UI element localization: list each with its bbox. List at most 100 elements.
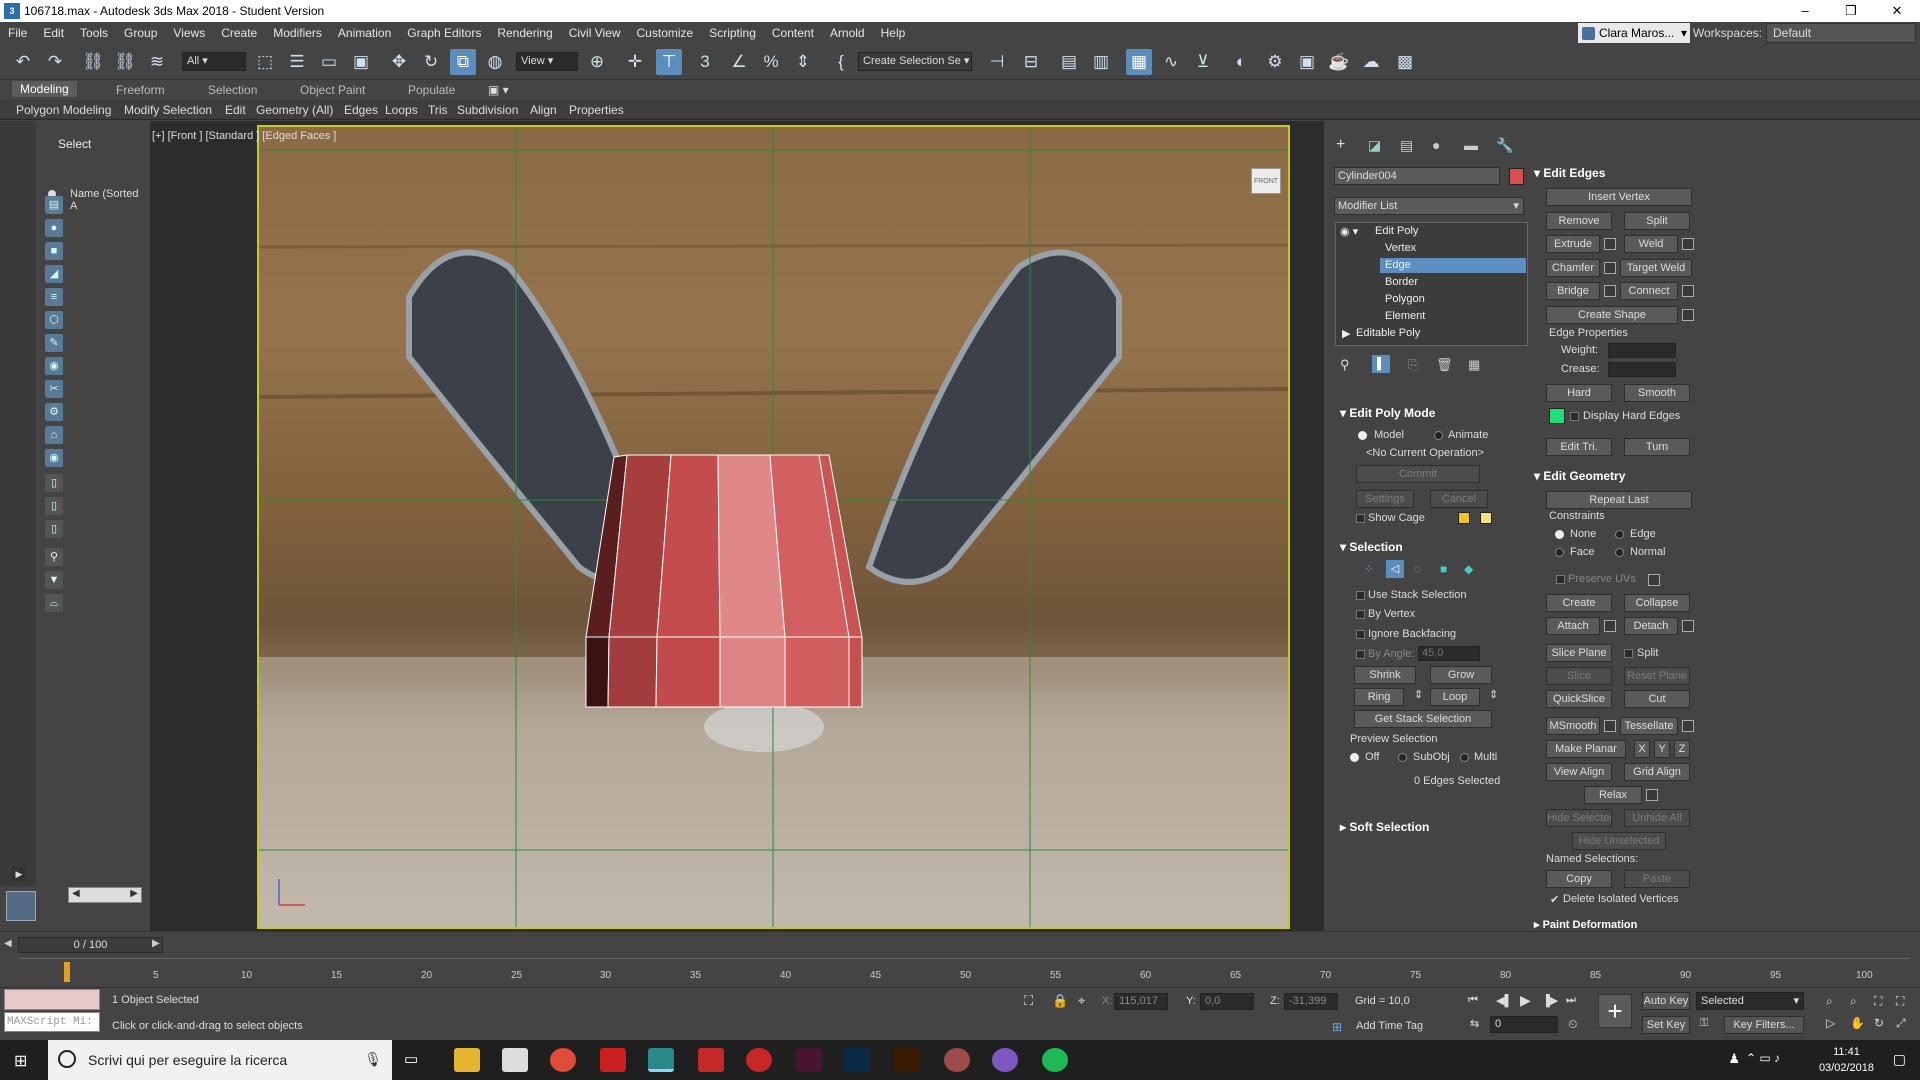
mirror-icon[interactable]: ⊣ bbox=[984, 49, 1010, 75]
place-icon[interactable]: ◍ bbox=[482, 49, 508, 75]
planar-z-button[interactable]: Z bbox=[1674, 740, 1690, 758]
chamfer-button[interactable]: Chamfer bbox=[1546, 259, 1600, 277]
collapse-button[interactable]: Collapse bbox=[1624, 594, 1690, 612]
maximize-viewport-icon[interactable]: ⤢ bbox=[1896, 1016, 1906, 1031]
weld-settings-icon[interactable] bbox=[1682, 238, 1694, 250]
target-weld-button[interactable]: Target Weld bbox=[1620, 259, 1692, 277]
ribbon-geometry-all[interactable]: Geometry (All) bbox=[256, 103, 333, 117]
snaps-toggle-icon[interactable]: 3 bbox=[692, 49, 718, 75]
next-frame-icon[interactable]: ▐▶ bbox=[1542, 994, 1558, 1007]
absolute-mode-icon[interactable]: ⌖ bbox=[1078, 993, 1085, 1009]
menu-customize[interactable]: Customize bbox=[629, 26, 702, 40]
menu-group[interactable]: Group bbox=[116, 26, 165, 40]
bind-space-warp-icon[interactable]: ≋ bbox=[144, 49, 170, 75]
explorer-tool-icon-1[interactable]: ▤ bbox=[45, 196, 63, 214]
explorer-select-label[interactable]: Select bbox=[58, 137, 91, 151]
explorer-horizontal-scrollbar[interactable]: ◀ ▶ bbox=[68, 887, 142, 903]
pivot-center-icon[interactable]: ⊕ bbox=[584, 49, 610, 75]
render-production-icon[interactable]: ☕ bbox=[1326, 49, 1352, 75]
menu-scripting[interactable]: Scripting bbox=[701, 26, 764, 40]
scene-explorer-icon[interactable]: ▤ bbox=[1056, 49, 1082, 75]
make-unique-icon[interactable]: ⎘ bbox=[1408, 357, 1418, 373]
selection-filter-dropdown[interactable]: All ▾ bbox=[182, 52, 246, 71]
rect-selection-icon[interactable]: ▭ bbox=[316, 49, 342, 75]
rendered-frame-icon[interactable]: ▣ bbox=[1294, 49, 1320, 75]
indesign-icon[interactable] bbox=[796, 1048, 822, 1072]
utilities-tab-icon[interactable]: 🔧 bbox=[1496, 137, 1513, 154]
menu-help[interactable]: Help bbox=[873, 26, 914, 40]
remove-button[interactable]: Remove bbox=[1546, 212, 1612, 230]
microphone-icon[interactable]: 🎙 bbox=[364, 1051, 382, 1068]
msmooth-button[interactable]: MSmooth bbox=[1546, 717, 1600, 735]
time-tag-icon[interactable]: ⊞ bbox=[1332, 1020, 1342, 1034]
remove-modifier-icon[interactable]: 🗑 bbox=[1436, 357, 1453, 373]
go-to-start-icon[interactable]: ⏮ bbox=[1468, 994, 1478, 1007]
render-setup-icon[interactable]: ⚙ bbox=[1262, 49, 1288, 75]
acrobat-icon[interactable] bbox=[600, 1048, 626, 1072]
edge-mode-icon[interactable]: ◁ bbox=[1386, 560, 1404, 578]
explorer-tool-icon-14[interactable]: ▯ bbox=[45, 497, 63, 515]
stack-item-edge[interactable]: Edge bbox=[1385, 259, 1411, 271]
key-filter-icon[interactable]: ⚿ bbox=[1700, 1017, 1708, 1030]
show-cage-checkbox[interactable] bbox=[1356, 514, 1365, 523]
add-time-tag-label[interactable]: Add Time Tag bbox=[1356, 1020, 1423, 1032]
rollout-edit-poly-mode[interactable]: ▾ Edit Poly Mode bbox=[1340, 406, 1435, 420]
explorer-tool-icon-18[interactable]: ⌓ bbox=[45, 594, 63, 612]
tab-object-paint[interactable]: Object Paint bbox=[300, 83, 365, 97]
keyboard-shortcut-override-icon[interactable]: ⊤ bbox=[656, 49, 682, 75]
rollout-edit-geometry[interactable]: ▾ Edit Geometry bbox=[1534, 469, 1625, 483]
time-slider[interactable]: 0 / 100 bbox=[18, 937, 163, 953]
time-configuration-icon[interactable]: ⏲ bbox=[1568, 1017, 1577, 1032]
insert-vertex-button[interactable]: Insert Vertex bbox=[1546, 188, 1692, 206]
menu-rendering[interactable]: Rendering bbox=[489, 26, 560, 40]
tray-icons[interactable]: ⌃ ▭ ♪ bbox=[1746, 1051, 1780, 1065]
tab-freeform[interactable]: Freeform bbox=[116, 83, 165, 97]
zoom-all-icon[interactable]: ⌕ bbox=[1850, 994, 1857, 1009]
ribbon-properties[interactable]: Properties bbox=[569, 103, 624, 117]
create-button[interactable]: Create bbox=[1546, 594, 1612, 612]
app-icon-12[interactable] bbox=[992, 1048, 1018, 1072]
menu-create[interactable]: Create bbox=[213, 26, 265, 40]
display-tab-icon[interactable]: ▬ bbox=[1464, 137, 1478, 153]
stack-item-editable-poly[interactable]: Editable Poly bbox=[1356, 327, 1420, 339]
animate-radio[interactable] bbox=[1434, 431, 1443, 440]
file-explorer-icon[interactable] bbox=[454, 1048, 480, 1072]
object-color-swatch[interactable] bbox=[1509, 168, 1524, 185]
curve-editor-icon[interactable]: ∿ bbox=[1158, 49, 1184, 75]
hierarchy-tab-icon[interactable]: ▤ bbox=[1400, 137, 1413, 154]
connect-button[interactable]: Connect bbox=[1620, 282, 1678, 300]
select-manipulate-icon[interactable]: ✛ bbox=[622, 49, 648, 75]
window-crossing-icon[interactable]: ▣ bbox=[348, 49, 374, 75]
move-icon[interactable]: ✥ bbox=[386, 49, 412, 75]
ribbon-loops[interactable]: Loops bbox=[385, 103, 418, 117]
ribbon-subdivision[interactable]: Subdivision bbox=[457, 103, 518, 117]
chrome-icon[interactable] bbox=[550, 1048, 576, 1072]
orbit-icon[interactable]: ↻ bbox=[1874, 1016, 1884, 1030]
previous-frame-icon[interactable]: ◀▌ bbox=[1496, 994, 1512, 1007]
zoom-extents-all-icon[interactable]: ⛶ bbox=[1896, 994, 1904, 1009]
by-vertex-checkbox[interactable] bbox=[1356, 610, 1365, 619]
display-hard-edges-checkbox[interactable] bbox=[1570, 412, 1579, 421]
repeat-last-button[interactable]: Repeat Last bbox=[1546, 491, 1692, 509]
turn-button[interactable]: Turn bbox=[1624, 438, 1690, 456]
maximize-button[interactable]: ❐ bbox=[1828, 0, 1874, 22]
minimize-button[interactable]: – bbox=[1782, 0, 1828, 22]
slice-plane-button[interactable]: Slice Plane bbox=[1546, 644, 1612, 662]
current-frame-field[interactable]: 0 bbox=[1490, 1016, 1558, 1033]
filter-icon[interactable]: ▼ bbox=[45, 571, 63, 589]
stack-item-border[interactable]: Border bbox=[1385, 276, 1418, 288]
preview-off-radio[interactable] bbox=[1350, 753, 1359, 762]
ring-spinner-icon[interactable]: ⇕ bbox=[1414, 688, 1423, 701]
key-mode-dropdown[interactable]: Selected ▾ bbox=[1696, 992, 1804, 1010]
rollout-selection[interactable]: ▾ Selection bbox=[1340, 540, 1403, 554]
expand-arrow-icon[interactable]: ▶ bbox=[1342, 327, 1350, 340]
copy-button[interactable]: Copy bbox=[1546, 870, 1612, 888]
explorer-tool-icon-13[interactable]: ▯ bbox=[45, 474, 63, 492]
select-by-name-icon[interactable]: ☰ bbox=[284, 49, 310, 75]
rollout-paint-deformation[interactable]: ▸ Paint Deformation bbox=[1534, 918, 1637, 931]
explorer-tool-icon-11[interactable]: ⌂ bbox=[45, 426, 63, 444]
grid-align-button[interactable]: Grid Align bbox=[1624, 763, 1690, 781]
crease-spinner[interactable] bbox=[1608, 362, 1676, 377]
ignore-backfacing-checkbox[interactable] bbox=[1356, 630, 1365, 639]
maxscript-listener-pink[interactable] bbox=[4, 989, 100, 1010]
